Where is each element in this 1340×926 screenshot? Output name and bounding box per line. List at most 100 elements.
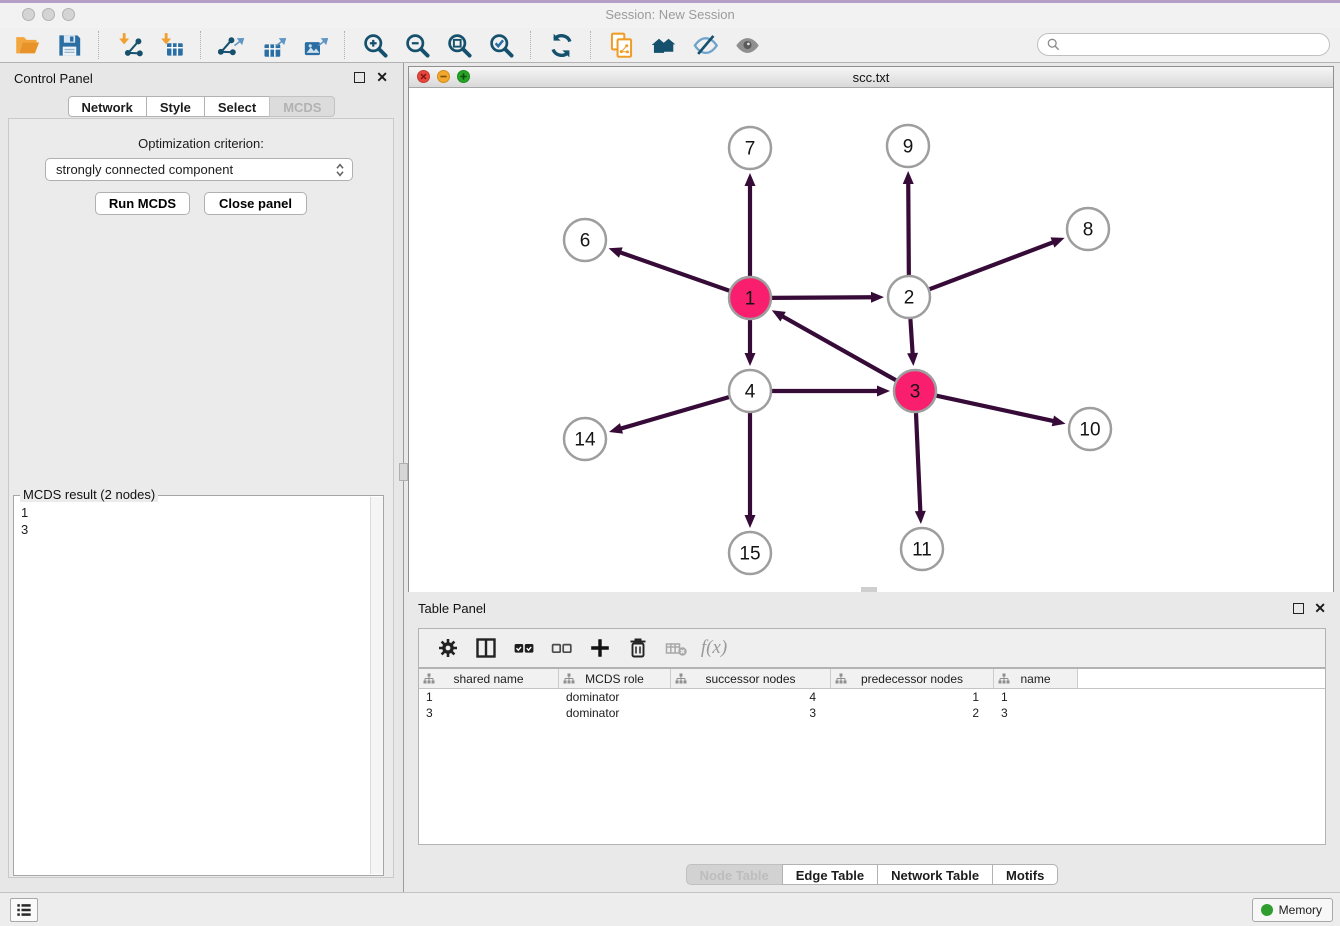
graph-node-label-7: 7 [745, 139, 756, 160]
table-panel-title: Table Panel [418, 601, 486, 616]
graph-node-label-10: 10 [1079, 420, 1100, 441]
search-input[interactable] [1065, 35, 1329, 55]
panel-splitter-handle[interactable] [399, 463, 408, 481]
duplicate-network-icon[interactable] [606, 30, 636, 60]
graph-edge-arrowhead [871, 292, 884, 303]
column-header-label: shared name [453, 672, 523, 686]
column-header-shared-name[interactable]: shared name [419, 669, 559, 688]
criterion-dropdown[interactable]: strongly connected component [45, 158, 353, 181]
column-header-label: successor nodes [705, 672, 795, 686]
table-tab-network-table[interactable]: Network Table [877, 864, 993, 885]
task-history-button[interactable] [10, 898, 38, 922]
network-window: scc.txt 7968124314101511 [408, 66, 1334, 592]
graph-node-label-14: 14 [574, 430, 596, 451]
clear-checkboxes-icon[interactable] [548, 634, 576, 662]
table-panel-float-button[interactable] [1293, 603, 1304, 614]
zoom-out-icon[interactable] [402, 30, 432, 60]
graph-node-label-11: 11 [912, 540, 932, 561]
control-panel-float-button[interactable] [354, 72, 365, 83]
export-network-icon[interactable] [216, 30, 246, 60]
export-table-icon[interactable] [258, 30, 288, 60]
table-cell[interactable]: 1 [831, 689, 994, 705]
table-tab-node-table[interactable]: Node Table [686, 864, 783, 885]
table-cell[interactable]: dominator [559, 705, 671, 721]
graph-edge-2-3[interactable] [910, 319, 912, 355]
split-columns-icon[interactable] [472, 634, 500, 662]
select-all-checkboxes-icon[interactable] [510, 634, 538, 662]
settings-gear-icon[interactable] [434, 634, 462, 662]
table-cell[interactable]: 1 [994, 689, 1078, 705]
zoom-selected-icon[interactable] [486, 30, 516, 60]
mcds-result-text[interactable]: 13 [14, 498, 370, 875]
app-titlebar: Session: New Session [0, 0, 1340, 29]
graph-edge-3-11[interactable] [916, 413, 920, 513]
column-header-successor-nodes[interactable]: successor nodes [671, 669, 831, 688]
main-toolbar [0, 28, 1340, 63]
graph-edge-3-1[interactable] [781, 316, 895, 381]
tab-select[interactable]: Select [204, 96, 270, 117]
table-cell[interactable]: 1 [419, 689, 559, 705]
tab-mcds[interactable]: MCDS [269, 96, 335, 117]
export-image-icon[interactable] [300, 30, 330, 60]
graph-edge-arrowhead [903, 171, 914, 184]
import-table-icon[interactable] [156, 30, 186, 60]
table-tab-edge-table[interactable]: Edge Table [782, 864, 878, 885]
graph-node-label-1: 1 [745, 289, 756, 310]
column-header-mcds-role[interactable]: MCDS role [559, 669, 671, 688]
hide-annotations-icon[interactable] [690, 30, 720, 60]
run-mcds-button[interactable]: Run MCDS [95, 192, 190, 215]
open-session-icon[interactable] [12, 30, 42, 60]
import-network-icon[interactable] [114, 30, 144, 60]
delete-table-icon[interactable] [624, 634, 652, 662]
table-cell[interactable]: 4 [671, 689, 831, 705]
tab-network[interactable]: Network [68, 96, 147, 117]
window-top-border [0, 0, 1340, 3]
control-panel-close-icon[interactable]: ✕ [376, 71, 388, 83]
tab-style[interactable]: Style [146, 96, 205, 117]
column-header-predecessor-nodes[interactable]: predecessor nodes [831, 669, 994, 688]
table-panel-close-icon[interactable]: ✕ [1314, 602, 1326, 614]
memory-label: Memory [1279, 903, 1322, 917]
delete-column-icon [662, 634, 690, 662]
status-bar: Memory [0, 892, 1340, 926]
graph-edge-arrowhead [915, 511, 926, 524]
table-cell[interactable]: dominator [559, 689, 671, 705]
graph-edge-arrowhead [745, 353, 756, 366]
memory-button[interactable]: Memory [1252, 898, 1333, 922]
mcds-result-line: 1 [21, 504, 370, 521]
table-row[interactable]: 1dominator411 [419, 689, 1325, 705]
criterion-dropdown-value: strongly connected component [46, 162, 332, 177]
toolbar-separator [590, 31, 592, 59]
close-panel-button[interactable]: Close panel [204, 192, 307, 215]
graph-edge-1-6[interactable] [619, 252, 729, 291]
zoom-fit-icon[interactable] [444, 30, 474, 60]
table-cell[interactable]: 3 [419, 705, 559, 721]
table-row[interactable]: 3dominator323 [419, 705, 1325, 721]
table-cell[interactable]: 2 [831, 705, 994, 721]
graph-node-label-15: 15 [739, 544, 760, 565]
network-window-titlebar[interactable]: scc.txt [409, 67, 1333, 88]
add-column-icon[interactable] [586, 634, 614, 662]
column-header-label: MCDS role [585, 672, 644, 686]
home-neighbors-icon[interactable] [648, 30, 678, 60]
mcds-result-line: 3 [21, 521, 370, 538]
search-field[interactable] [1037, 33, 1330, 56]
table-cell[interactable]: 3 [994, 705, 1078, 721]
graph-edge-arrowhead [907, 353, 918, 366]
refresh-layout-icon[interactable] [546, 30, 576, 60]
graph-edge-4-14[interactable] [620, 397, 729, 429]
graph-node-label-8: 8 [1083, 220, 1094, 241]
show-graphics-icon[interactable] [732, 30, 762, 60]
network-canvas[interactable]: 7968124314101511 [409, 88, 1333, 592]
zoom-in-icon[interactable] [360, 30, 390, 60]
table-cell[interactable]: 3 [671, 705, 831, 721]
column-header-name[interactable]: name [994, 669, 1078, 688]
save-session-icon[interactable] [54, 30, 84, 60]
graph-edge-2-9[interactable] [908, 182, 909, 275]
graph-edge-2-8[interactable] [930, 242, 1055, 289]
table-tab-motifs[interactable]: Motifs [992, 864, 1058, 885]
column-header-label: predecessor nodes [861, 672, 963, 686]
mcds-result-scrollbar[interactable] [370, 497, 383, 874]
graph-edge-1-2[interactable] [772, 297, 873, 298]
graph-edge-3-10[interactable] [936, 396, 1054, 422]
